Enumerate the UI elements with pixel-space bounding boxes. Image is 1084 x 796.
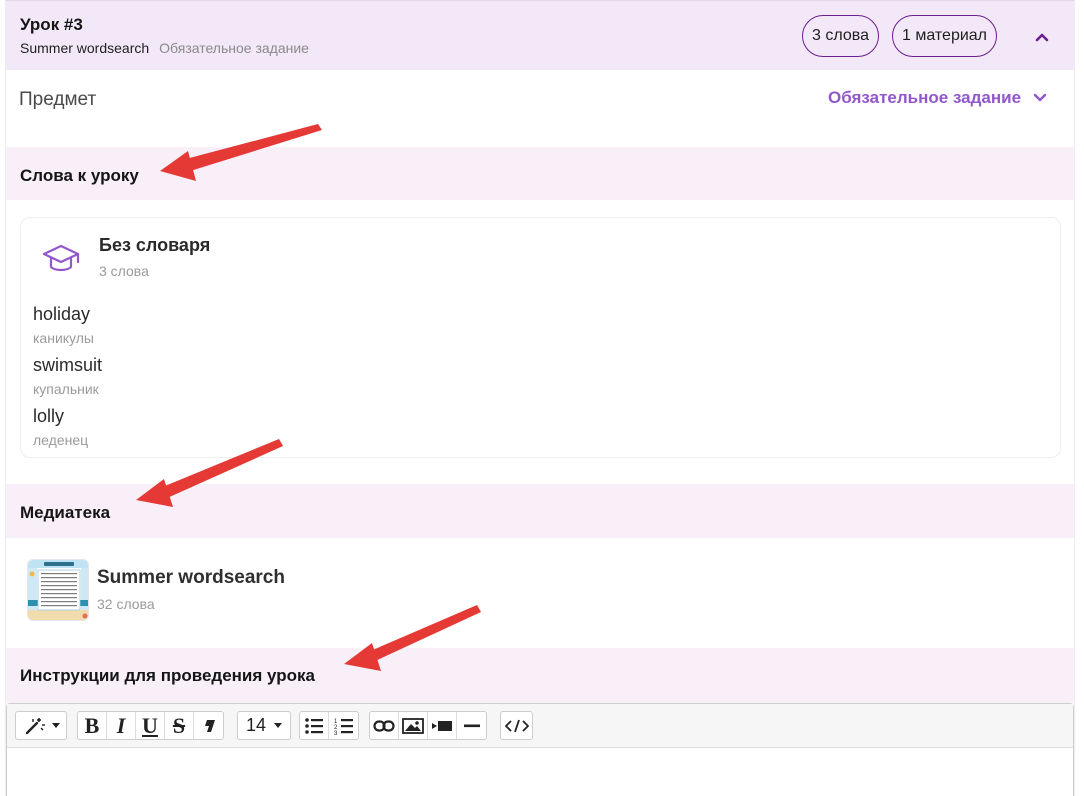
ordered-list-button[interactable]: 1 2 3 bbox=[329, 712, 358, 739]
caret-down-icon bbox=[274, 722, 283, 728]
materials-count-badge[interactable]: 1 материал bbox=[892, 15, 998, 57]
magic-style-button[interactable] bbox=[16, 712, 66, 739]
wordsearch-thumbnail-image bbox=[28, 560, 88, 620]
subject-label: Предмет bbox=[19, 89, 97, 110]
word-translation: каникулы bbox=[33, 330, 94, 346]
words-section-header: Слова к уроку bbox=[6, 147, 1074, 200]
lesson-type: Обязательное задание bbox=[159, 40, 309, 56]
eraser-icon bbox=[202, 719, 215, 732]
collapse-button[interactable] bbox=[1028, 23, 1056, 51]
dictionary-count: 3 слова bbox=[99, 263, 149, 279]
magic-wand-icon bbox=[25, 717, 45, 734]
editor-toolbar: B I U S 14 1 2 3 bbox=[7, 704, 1073, 748]
task-type-select[interactable]: Обязательное задание bbox=[828, 88, 1047, 108]
image-button[interactable] bbox=[399, 712, 428, 739]
lesson-header[interactable]: Урок #3 Summer wordsearch Обязательное за… bbox=[6, 0, 1074, 70]
chevron-down-icon bbox=[1033, 93, 1047, 102]
insert-group bbox=[369, 711, 487, 740]
link-button[interactable] bbox=[370, 712, 399, 739]
link-icon bbox=[373, 719, 395, 732]
media-section-header: Медиатека bbox=[6, 484, 1074, 538]
code-icon bbox=[504, 719, 529, 732]
media-count: 32 слова bbox=[97, 596, 155, 612]
lesson-title: Урок #3 bbox=[20, 15, 83, 34]
clear-format-button[interactable] bbox=[194, 712, 223, 739]
chevron-up-icon bbox=[1035, 33, 1049, 42]
format-group: B I U S bbox=[77, 711, 224, 740]
word-translation: купальник bbox=[33, 381, 99, 397]
bold-button[interactable]: B bbox=[78, 712, 107, 739]
media-title[interactable]: Summer wordsearch bbox=[97, 567, 285, 589]
bold-icon: B bbox=[84, 712, 100, 738]
lesson-panel: Урок #3 Summer wordsearch Обязательное за… bbox=[5, 0, 1075, 796]
font-size-value: 14 bbox=[246, 715, 267, 735]
media-thumbnail[interactable] bbox=[27, 559, 89, 621]
words-count-badge[interactable]: 3 слова bbox=[802, 15, 879, 57]
video-icon bbox=[432, 720, 452, 731]
video-button[interactable] bbox=[428, 712, 457, 739]
bullet-list-icon bbox=[305, 717, 323, 734]
underline-button[interactable]: U bbox=[136, 712, 165, 739]
list-group: 1 2 3 bbox=[299, 711, 359, 740]
horizontal-rule-icon bbox=[463, 724, 480, 727]
word-term: swimsuit bbox=[33, 355, 103, 375]
strikethrough-button[interactable]: S bbox=[165, 712, 194, 739]
graduation-cap-icon bbox=[42, 244, 80, 272]
word-term: lolly bbox=[33, 406, 65, 426]
image-icon bbox=[402, 717, 424, 734]
underline-icon: U bbox=[142, 712, 158, 738]
words-section-title: Слова к уроку bbox=[20, 166, 139, 185]
lesson-subtitle: Summer wordsearch Обязательное задание bbox=[20, 40, 309, 56]
instructions-section-title: Инструкции для проведения урока bbox=[20, 666, 315, 685]
task-type-value: Обязательное задание bbox=[828, 88, 1022, 107]
dictionary-title: Без словаря bbox=[99, 235, 211, 255]
word-translation: леденец bbox=[33, 432, 89, 448]
lesson-name: Summer wordsearch bbox=[20, 40, 150, 56]
italic-button[interactable]: I bbox=[107, 712, 136, 739]
instructions-section-header: Инструкции для проведения урока bbox=[6, 648, 1074, 703]
svg-text:3: 3 bbox=[334, 731, 338, 735]
horizontal-rule-button[interactable] bbox=[457, 712, 486, 739]
editor-content-area[interactable] bbox=[7, 748, 1073, 796]
code-group bbox=[500, 711, 533, 740]
font-size-group: 14 bbox=[237, 711, 292, 740]
dictionary-card[interactable]: Без словаря 3 слова holiday каникулы swi… bbox=[20, 217, 1061, 458]
italic-icon: I bbox=[116, 712, 126, 738]
instructions-editor[interactable]: B I U S 14 1 2 3 bbox=[6, 703, 1074, 796]
caret-down-icon bbox=[52, 722, 60, 728]
unordered-list-button[interactable] bbox=[300, 712, 329, 739]
media-section-title: Медиатека bbox=[20, 503, 111, 522]
numbered-list-icon: 1 2 3 bbox=[334, 718, 353, 735]
font-size-select[interactable]: 14 bbox=[238, 712, 290, 739]
code-view-button[interactable] bbox=[501, 712, 532, 739]
word-term: holiday bbox=[33, 304, 91, 324]
strikethrough-icon: S bbox=[172, 712, 186, 738]
style-group bbox=[15, 711, 67, 740]
